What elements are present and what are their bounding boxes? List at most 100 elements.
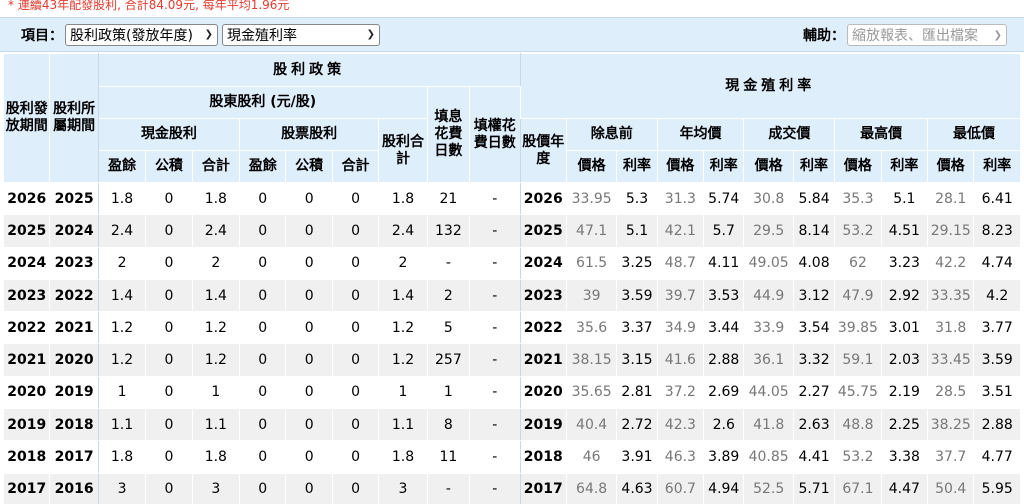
table-cell: 40.4 [565,408,618,442]
table-cell: 1.2 [378,311,428,345]
table-cell: 2019 [2,408,51,442]
table-cell: 4.08 [792,246,836,280]
table-cell: 2021 [49,311,99,345]
table-cell: 257 [426,343,471,377]
table-cell: 33.35 [927,278,975,313]
table-cell: 44.9 [743,278,794,313]
table-cell: 0 [145,278,193,313]
table-cell: 0 [239,246,287,280]
table-cell: 2021 [2,343,51,377]
table-cell: 2025 [49,181,99,216]
table-cell: 41.6 [656,343,705,377]
table-cell: 2020 [2,375,51,410]
table-cell: 5.95 [973,472,1021,504]
table-cell: 21 [426,181,471,216]
table-cell: 35.65 [565,375,618,410]
table-cell: - [469,472,521,504]
chevron-down-icon: ❯ [366,29,375,40]
table-cell: 42.2 [927,246,975,280]
table-cell: 1.1 [191,408,241,442]
table-cell: 0 [239,278,287,313]
table-cell: 0 [239,472,287,504]
table-cell: 39 [565,278,618,313]
table-cell: 1.2 [378,343,428,377]
header-cash-earnings: 盈餘 [97,150,147,183]
table-cell: 2.88 [973,408,1021,442]
header-stock-reserve: 公積 [285,150,333,183]
table-cell: 40.85 [743,440,794,474]
table-cell: 29.5 [743,214,794,248]
table-cell: 0 [331,472,380,504]
table-cell: 2024 [2,246,51,280]
dividend-summary-notice: * 連續43年配發股利, 合計84.09元, 每年平均1.96元 [8,0,290,12]
table-cell: - [469,343,521,377]
table-row: 2019 2018 1.1 0 1.1 0 0 0 1.1 8-2019 40.4 2.72 42.3 2… [2,408,1021,442]
table-cell: - [469,214,521,248]
header-stock-total: 合計 [331,150,380,183]
table-cell: 2022 [2,311,51,345]
table-cell: 2017 [2,472,51,504]
table-cell: 31.8 [927,311,975,345]
table-cell: 30.8 [743,181,794,216]
aux-label: 輔助： [803,28,845,44]
table-cell: 5.1 [880,181,929,216]
aux-select[interactable]: 縮放報表、匯出檔案 ❯ [847,24,1007,46]
table-cell: 3.38 [880,440,929,474]
table-cell: 1.1 [378,408,428,442]
table-cell: 1.8 [191,440,241,474]
table-cell: 0 [145,181,193,216]
table-cell: 41.8 [743,408,794,442]
aux-group: 輔助： 縮放報表、匯出檔案 ❯ [803,24,1007,46]
table-cell: 3.77 [973,311,1021,345]
table-cell: 52.5 [743,472,794,504]
table-cell: 1 [426,375,471,410]
table-cell: 2 [191,246,241,280]
table-cell: 3.15 [616,343,658,377]
table-cell: 2.6 [703,408,745,442]
table-cell: 60.7 [656,472,705,504]
table-cell: 3.54 [792,311,836,345]
table-cell: 3.25 [616,246,658,280]
table-cell: - [469,440,521,474]
table-cell: 3.12 [792,278,836,313]
header-before-ex-rate: 利率 [616,150,658,183]
header-trade-price-rate: 利率 [792,150,836,183]
table-cell: 33.9 [743,311,794,345]
table-cell: 4.47 [880,472,929,504]
table-cell: 0 [145,440,193,474]
policy-select[interactable]: 股利政策(發放年度) ❯ [65,23,218,46]
table-cell: 2018 [49,408,99,442]
header-dist-period: 股利發放期間 [2,53,51,183]
table-cell: 0 [331,181,380,216]
table-cell: 2022 [49,278,99,313]
yield-select[interactable]: 現金殖利率 ❯ [222,23,380,46]
header-price-year: 股價年度 [519,118,567,183]
table-cell: 0 [285,472,333,504]
table-cell: 2.19 [880,375,929,410]
table-cell: 34.9 [656,311,705,345]
table-cell: 0 [285,311,333,345]
table-cell: 2023 [519,278,567,313]
table-cell: 3 [191,472,241,504]
table-cell: 45.75 [834,375,882,410]
table-cell: 1.8 [97,181,147,216]
table-cell: 0 [145,311,193,345]
table-cell: 3.23 [880,246,929,280]
table-row: 2025 2024 2.4 0 2.4 0 0 0 2.4 132-2025 47.1 5.1 42.1… [2,214,1021,248]
table-cell: 8 [426,408,471,442]
table-cell: 1.8 [97,440,147,474]
table-cell: 2022 [519,311,567,345]
yield-select-value: 現金殖利率 [227,27,297,44]
table-cell: 35.3 [834,181,882,216]
table-cell: - [469,311,521,345]
table-cell: 2019 [49,375,99,410]
table-cell: 2.92 [880,278,929,313]
table-cell: 2016 [49,472,99,504]
table-cell: 29.15 [927,214,975,248]
table-cell: 64.8 [565,472,618,504]
table-cell: 1 [378,375,428,410]
table-cell: 6.41 [973,181,1021,216]
table-cell: 1.4 [191,278,241,313]
table-cell: 2 [97,246,147,280]
table-cell: 67.1 [834,472,882,504]
